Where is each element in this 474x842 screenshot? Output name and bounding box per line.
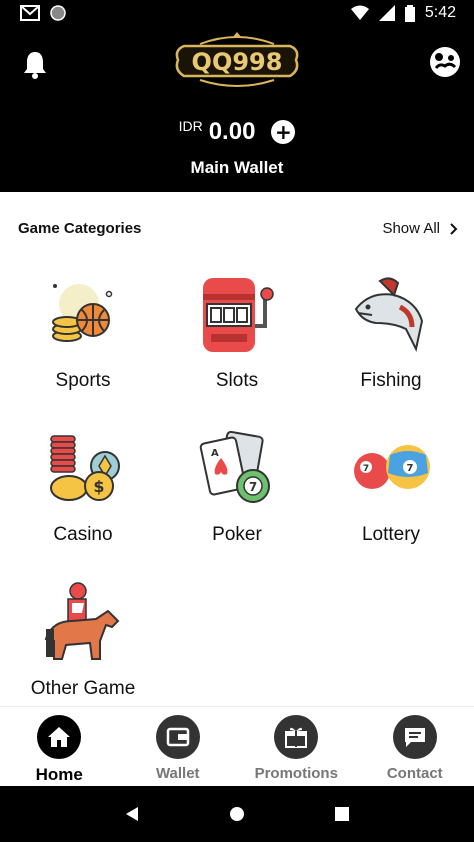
category-label: Lottery [361, 524, 421, 545]
home-circle-icon[interactable] [229, 806, 245, 822]
category-label: Fishing [360, 370, 422, 391]
nav-promotions[interactable]: Promotions [237, 707, 356, 786]
gift-icon [274, 715, 319, 759]
battery-icon [404, 4, 415, 22]
show-all-label: Show All [382, 220, 440, 237]
nav-label: Home [35, 765, 83, 784]
notification-dot-icon [50, 5, 66, 21]
plus-icon: + [275, 120, 292, 144]
clock: 5:42 [424, 4, 456, 21]
nav-label: Promotions [254, 765, 338, 782]
back-icon[interactable] [124, 806, 140, 822]
nav-contact[interactable]: Contact [356, 707, 474, 786]
show-all-link[interactable]: Show All [382, 220, 458, 237]
horse-racing-icon [41, 580, 125, 664]
casino-chips-icon: $ [41, 426, 125, 510]
category-sports[interactable]: Sports [4, 272, 162, 392]
chat-icon [392, 715, 437, 759]
app-header: QQ998 IDR 0.00 + Main Wallet [0, 30, 474, 192]
nav-wallet[interactable]: Wallet [119, 707, 238, 786]
category-label: Sports [55, 370, 111, 391]
svg-text:$: $ [93, 477, 104, 496]
category-fishing[interactable]: Fishing [312, 272, 470, 392]
category-other-game[interactable]: Other Game [4, 580, 162, 700]
nav-label: Contact [386, 765, 443, 782]
signal-icon [378, 5, 395, 21]
category-casino[interactable]: $ Casino [4, 426, 162, 546]
wallet-icon [155, 715, 200, 759]
bottom-nav: Home Wallet Promotions Contact [0, 706, 474, 786]
profile-icon [430, 47, 460, 77]
balance-amount: 0.00 [208, 118, 256, 145]
category-slots[interactable]: Slots [158, 272, 316, 392]
nav-home[interactable]: Home [0, 707, 119, 786]
slot-machine-icon [195, 272, 279, 356]
svg-text:7: 7 [363, 464, 369, 474]
profile-button[interactable] [428, 45, 462, 83]
fish-icon [349, 272, 433, 356]
bell-icon [24, 52, 46, 79]
main-content: Game Categories Show All Sports Slots Fi… [0, 192, 474, 706]
gmail-icon [20, 5, 40, 21]
wifi-icon [350, 5, 369, 20]
svg-text:A: A [211, 448, 219, 459]
wallet-balance: IDR 0.00 + [0, 118, 474, 146]
nav-label: Wallet [155, 765, 200, 782]
category-poker[interactable]: A 7 Poker [158, 426, 316, 546]
lottery-balls-icon: 7 7 [349, 426, 433, 510]
category-label: Slots [215, 370, 259, 391]
currency-label: IDR [178, 118, 203, 134]
add-funds-button[interactable]: + [271, 120, 296, 144]
svg-text:7: 7 [249, 480, 257, 494]
wallet-name: Main Wallet [190, 158, 284, 177]
status-bar: 5:42 [0, 0, 474, 30]
category-label: Casino [53, 524, 113, 545]
sports-icon [41, 272, 125, 356]
category-label: Poker [212, 524, 262, 545]
category-lottery[interactable]: 7 7 Lottery [312, 426, 470, 546]
recents-icon[interactable] [334, 806, 350, 822]
system-nav-bar [0, 786, 474, 842]
chevron-right-icon [450, 222, 458, 235]
category-label: Other Game [30, 678, 136, 699]
section-title: Game Categories [18, 220, 142, 237]
app-logo: QQ998 [170, 30, 304, 96]
home-icon [37, 715, 82, 759]
logo-text: QQ998 [192, 48, 283, 76]
notification-button[interactable] [22, 50, 48, 84]
svg-text:7: 7 [407, 463, 414, 474]
categories-header: Game Categories Show All [18, 220, 458, 237]
poker-cards-icon: A 7 [195, 426, 279, 510]
